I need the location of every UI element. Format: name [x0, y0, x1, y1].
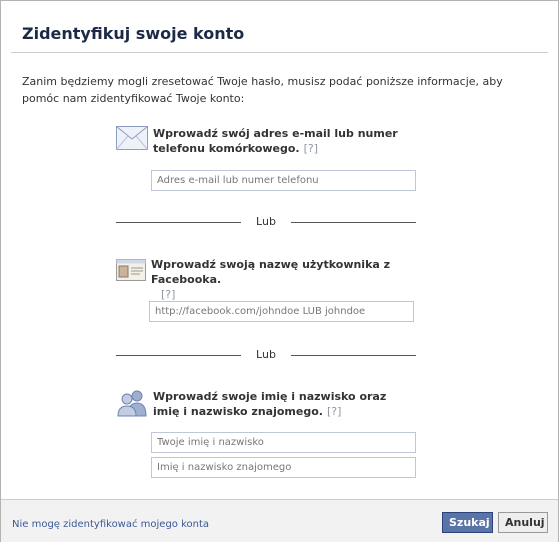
dialog-title: Zidentyfikuj swoje konto	[22, 24, 245, 43]
email-help-link[interactable]: [?]	[304, 142, 318, 155]
identify-account-dialog: Zidentyfikuj swoje konto Zanim będziemy …	[0, 0, 559, 542]
names-section-label: Wprowadź swoje imię i nazwisko oraz imię…	[153, 390, 387, 418]
friend-name-input[interactable]	[151, 457, 416, 478]
or-label: Lub	[256, 215, 276, 228]
cant-identify-link[interactable]: Nie mogę zidentyfikować mojego konta	[12, 519, 209, 530]
cancel-button[interactable]: Anuluj	[498, 512, 548, 533]
username-help-link[interactable]: [?]	[161, 288, 175, 301]
title-divider	[11, 52, 548, 53]
or-separator-1: Lub	[116, 215, 416, 229]
own-name-input[interactable]	[151, 432, 416, 453]
email-section-label: Wprowadź swój adres e-mail lub numer tel…	[153, 127, 398, 155]
intro-text: Zanim będziemy mogli zresetować Twoje ha…	[22, 75, 503, 105]
people-icon	[117, 390, 147, 417]
envelope-icon	[116, 126, 148, 150]
username-section-label: Wprowadź swoją nazwę użytkownika z Faceb…	[151, 258, 391, 286]
or-label: Lub	[256, 348, 276, 361]
facebook-username-input[interactable]	[149, 301, 414, 322]
or-separator-2: Lub	[116, 348, 416, 362]
email-phone-input[interactable]	[151, 170, 416, 191]
id-card-icon	[116, 259, 146, 281]
names-help-link[interactable]: [?]	[327, 405, 341, 418]
dialog-footer: Nie mogę zidentyfikować mojego konta Szu…	[1, 499, 558, 542]
search-button[interactable]: Szukaj	[442, 512, 493, 533]
